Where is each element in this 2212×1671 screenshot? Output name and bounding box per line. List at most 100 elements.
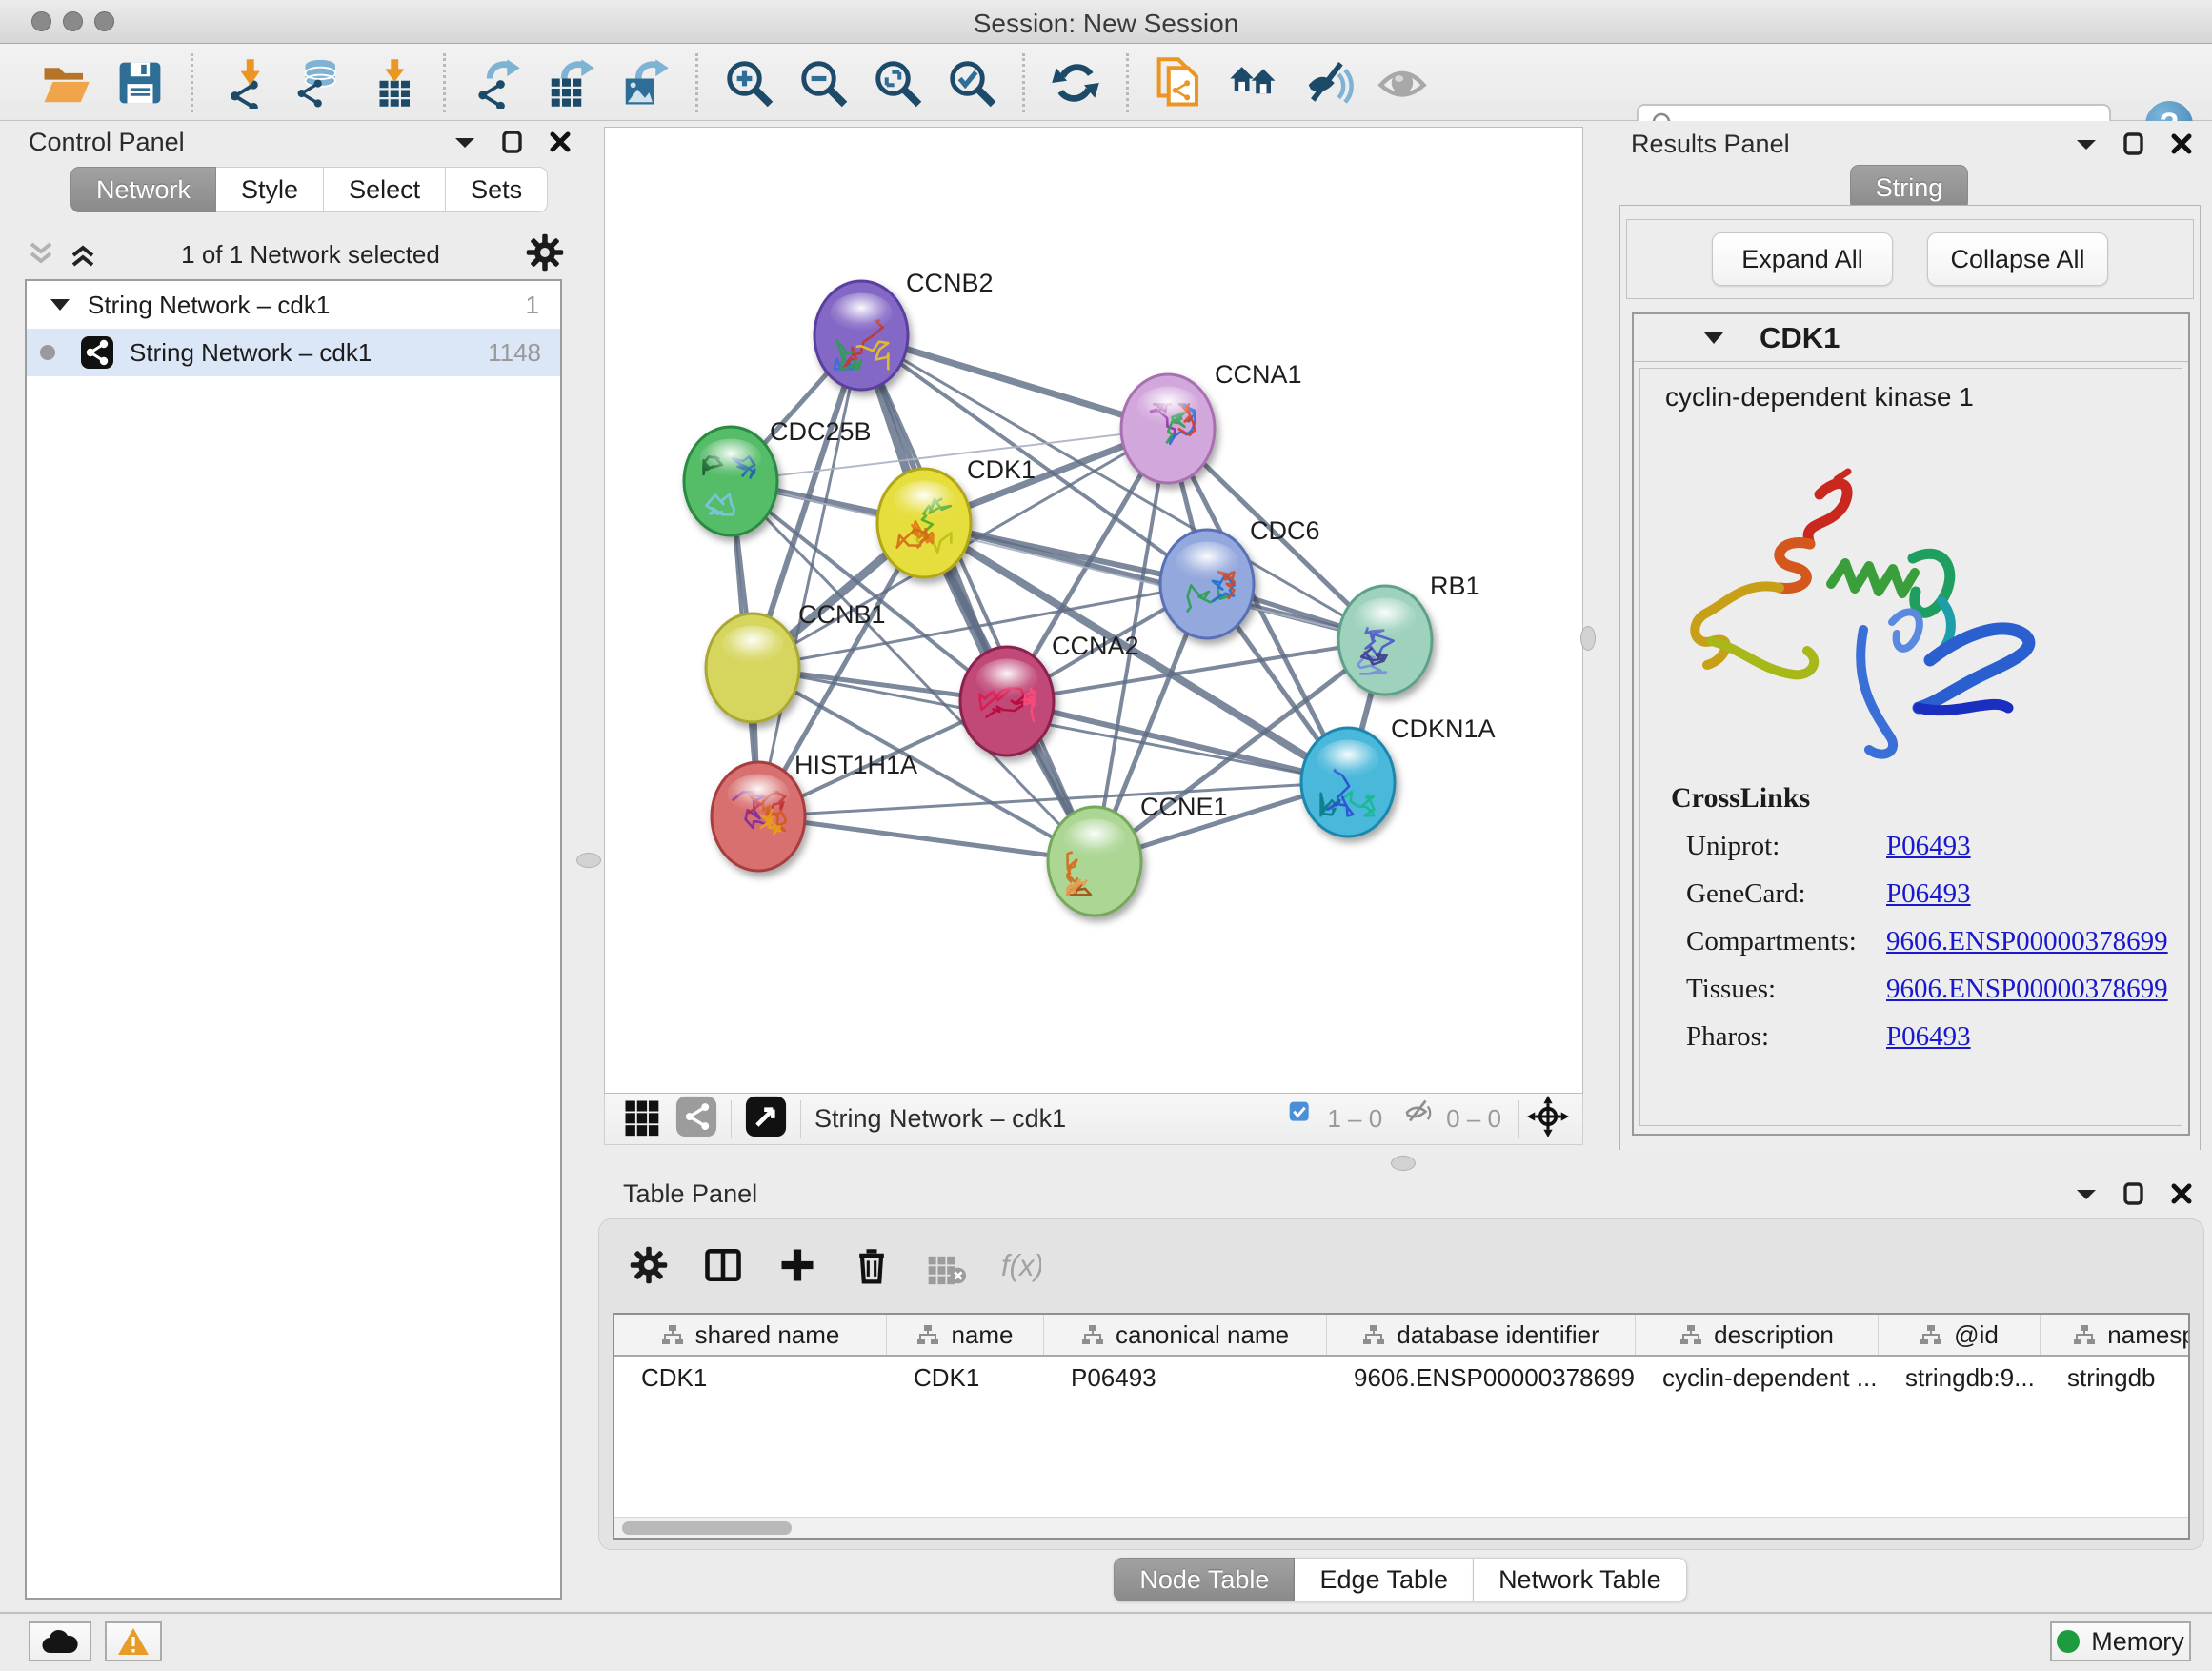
node-CCNB1[interactable] [706, 614, 799, 722]
tab-network[interactable]: Network [70, 167, 216, 212]
column-header-name[interactable]: name [887, 1315, 1044, 1355]
export-table-icon[interactable] [543, 55, 598, 111]
expand-all-button[interactable]: Expand All [1712, 232, 1893, 286]
panel-float-icon[interactable] [501, 131, 524, 153]
cdk1-section: CDK1 cyclin-dependent kinase 1 [1632, 312, 2190, 1136]
node-HIST1H1A[interactable] [712, 762, 805, 871]
export-network-icon[interactable] [469, 55, 524, 111]
import-table-icon[interactable] [365, 55, 420, 111]
selected-checkbox-icon[interactable] [1289, 1101, 1319, 1137]
column-header-canonical-name[interactable]: canonical name [1044, 1315, 1327, 1355]
refresh-icon[interactable] [1048, 55, 1103, 111]
crosslink-row: Pharos:P06493 [1671, 1021, 2168, 1053]
crosslink-link[interactable]: P06493 [1886, 878, 1971, 910]
node-label-CCNB1: CCNB1 [798, 600, 886, 629]
hidden-eye-icon[interactable] [1404, 1099, 1438, 1138]
eye-slash-icon[interactable] [1300, 55, 1356, 111]
add-column-icon[interactable] [776, 1244, 818, 1291]
control-panel: Control Panel NetworkStyleSelectSets 1 o… [0, 121, 589, 1610]
node-RB1[interactable] [1338, 586, 1432, 695]
document-share-icon[interactable] [1152, 55, 1207, 111]
node-CDK1[interactable] [877, 469, 971, 577]
fit-selection-crosshair-icon[interactable] [1527, 1096, 1569, 1142]
export-image-icon[interactable] [617, 55, 673, 111]
string-results-body: Expand All Collapse All CDK1 cyclin-depe… [1619, 205, 2201, 1163]
panel-float-icon[interactable] [2122, 132, 2145, 155]
panel-close-icon[interactable] [2170, 132, 2193, 155]
cell-namespace: stringdb [2041, 1357, 2190, 1399]
crosslink-link[interactable]: 9606.ENSP00000378699 [1886, 974, 2168, 1005]
collapse-all-button[interactable]: Collapse All [1927, 232, 2108, 286]
table-row[interactable]: CDK1CDK1P064939606.ENSP00000378699cyclin… [614, 1357, 2188, 1399]
node-CDKN1A[interactable] [1301, 728, 1395, 836]
control-panel-title: Control Panel [29, 128, 185, 157]
memory-button[interactable]: Memory [2050, 1621, 2191, 1661]
tab-string[interactable]: String [1850, 165, 1969, 211]
grid-mode-icon[interactable] [620, 1096, 662, 1142]
import-database-icon[interactable] [291, 55, 346, 111]
tab-node-table[interactable]: Node Table [1114, 1558, 1295, 1601]
collapse-all-icon[interactable] [27, 238, 55, 271]
section-collapse-icon[interactable] [1702, 331, 1725, 346]
network-options-gear-icon[interactable] [524, 232, 566, 278]
birdseye-view-icon[interactable] [745, 1096, 787, 1142]
network-canvas[interactable]: CCNB2CCNA1CDC25BCDK1CDC6RB1CCNB1CCNA2CDK… [604, 127, 1583, 1094]
crosslink-label: Uniprot: [1686, 831, 1886, 862]
column-header-description[interactable]: description [1636, 1315, 1879, 1355]
cell-description: cyclin-dependent ... [1636, 1357, 1879, 1399]
panel-close-icon[interactable] [549, 131, 572, 153]
bottom-splitter-handle[interactable] [1391, 1156, 1416, 1171]
delete-column-icon[interactable] [851, 1244, 893, 1291]
panel-menu-icon[interactable] [2075, 1186, 2098, 1201]
tab-sets[interactable]: Sets [446, 167, 548, 212]
node-CDC25B[interactable] [684, 427, 777, 535]
node-CCNB2[interactable] [814, 281, 908, 390]
column-header-shared-name[interactable]: shared name [614, 1315, 887, 1355]
zoom-fit-icon[interactable] [870, 55, 925, 111]
column-header-namespace[interactable]: namespace [2041, 1315, 2190, 1355]
zoom-out-icon[interactable] [795, 55, 851, 111]
crosslink-label: GeneCard: [1686, 878, 1886, 910]
panel-close-icon[interactable] [2170, 1182, 2193, 1205]
table-options-gear-icon[interactable] [628, 1244, 670, 1291]
warning-button[interactable] [105, 1621, 162, 1661]
window-title: Session: New Session [0, 9, 2212, 39]
network-collection-row[interactable]: String Network – cdk1 1 [27, 281, 560, 329]
column-header-database-identifier[interactable]: database identifier [1327, 1315, 1636, 1355]
panel-float-icon[interactable] [2122, 1182, 2145, 1205]
column-header--id[interactable]: @id [1879, 1315, 2041, 1355]
right-splitter-handle[interactable] [1580, 626, 1596, 651]
left-splitter-handle[interactable] [576, 853, 601, 868]
expand-all-icon[interactable] [69, 238, 97, 271]
node-CCNA2[interactable] [960, 647, 1054, 755]
node-CCNE1[interactable] [1048, 807, 1141, 916]
network-row-selected[interactable]: String Network – cdk1 11 48 [27, 329, 560, 376]
open-folder-icon[interactable] [38, 55, 93, 111]
network-view-share-icon[interactable] [675, 1096, 717, 1142]
houses-icon[interactable] [1226, 55, 1281, 111]
save-icon[interactable] [112, 55, 168, 111]
tab-select[interactable]: Select [324, 167, 446, 212]
scrollbar-thumb[interactable] [622, 1521, 792, 1535]
node-CCNA1[interactable] [1121, 374, 1215, 483]
zoom-selected-icon[interactable] [944, 55, 999, 111]
collection-expand-icon[interactable] [50, 297, 70, 312]
tab-style[interactable]: Style [216, 167, 324, 212]
show-columns-icon[interactable] [702, 1244, 744, 1291]
warning-icon [117, 1627, 150, 1656]
crosslink-link[interactable]: 9606.ENSP00000378699 [1886, 926, 2168, 957]
panel-menu-icon[interactable] [2075, 136, 2098, 151]
tab-edge-table[interactable]: Edge Table [1295, 1558, 1474, 1601]
table-horizontal-scrollbar[interactable] [614, 1517, 2188, 1538]
tab-network-table[interactable]: Network Table [1474, 1558, 1687, 1601]
sphere-icon[interactable] [1375, 55, 1430, 111]
cloud-button[interactable] [29, 1621, 91, 1661]
import-network-icon[interactable] [216, 55, 271, 111]
panel-menu-icon[interactable] [453, 134, 476, 150]
network-selection-status: 1 of 1 Network selected [97, 240, 524, 270]
crosslink-link[interactable]: P06493 [1886, 831, 1971, 862]
zoom-in-icon[interactable] [721, 55, 776, 111]
node-CDC6[interactable] [1160, 530, 1254, 638]
crosslink-link[interactable]: P06493 [1886, 1021, 1971, 1053]
node-label-CDK1: CDK1 [967, 455, 1036, 484]
